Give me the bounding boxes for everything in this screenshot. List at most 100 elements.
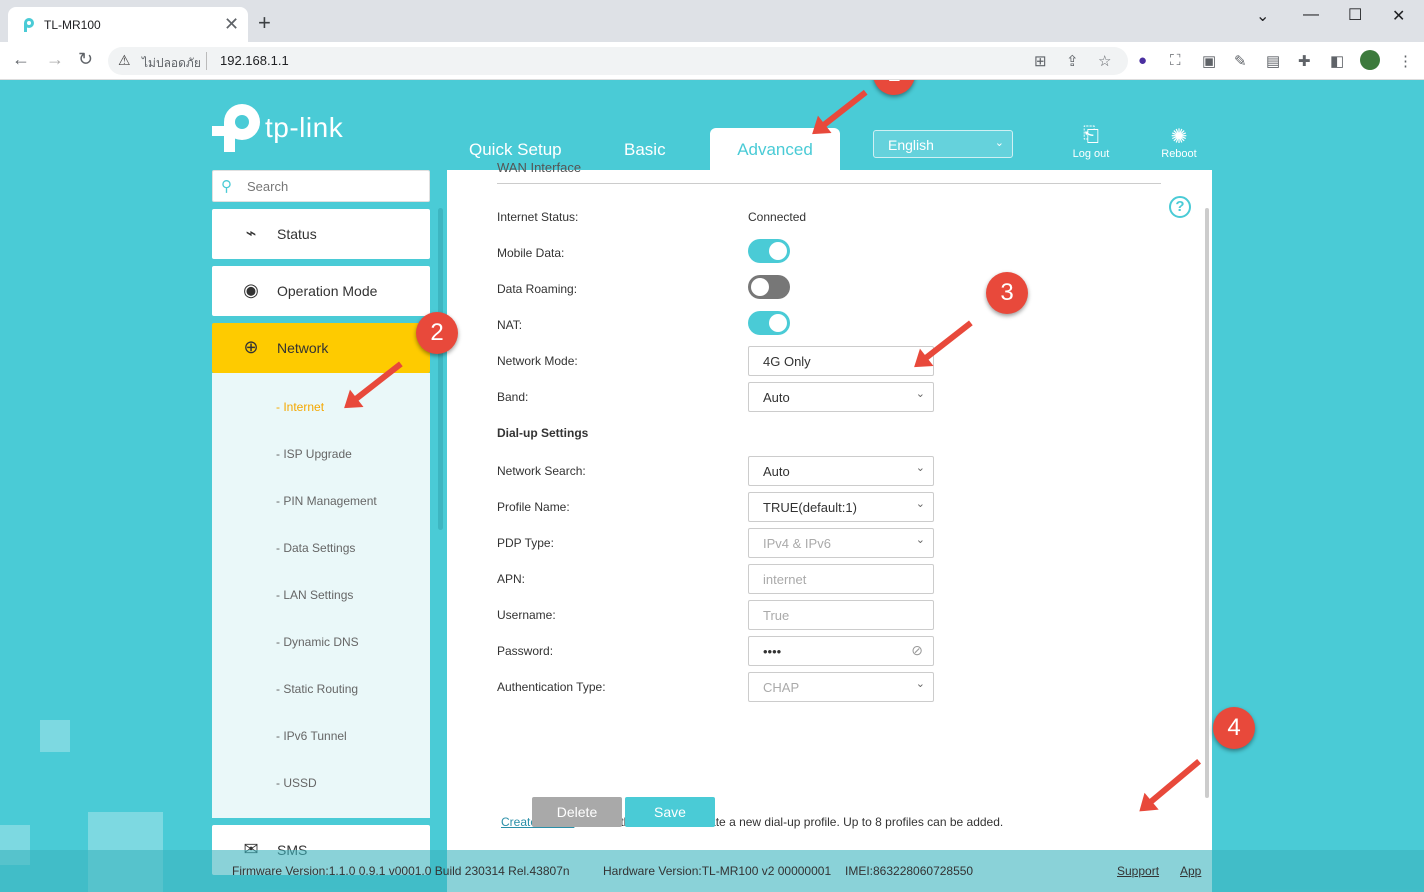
apn-field[interactable]: internet bbox=[748, 564, 934, 594]
content-scrollbar[interactable] bbox=[1205, 208, 1209, 798]
profile-name-label: Profile Name: bbox=[497, 500, 570, 514]
data-roaming-toggle[interactable] bbox=[748, 275, 790, 299]
side-panel-icon[interactable]: ◧ bbox=[1330, 52, 1344, 70]
browser-tab[interactable]: TL-MR100 ✕ bbox=[8, 7, 248, 42]
network-search-value: Auto bbox=[763, 464, 790, 479]
submenu-ussd[interactable]: - USSD bbox=[276, 776, 317, 790]
delete-button[interactable]: Delete bbox=[532, 797, 622, 827]
tab-close-icon[interactable]: ✕ bbox=[224, 14, 239, 35]
address-bar[interactable]: ⚠ ไม่ปลอดภัย 192.168.1.1 bbox=[108, 47, 1128, 75]
network-mode-select[interactable]: 4G Only⌄ bbox=[748, 346, 934, 376]
submenu-ipv6-tunnel[interactable]: - IPv6 Tunnel bbox=[276, 729, 347, 743]
internet-status-label: Internet Status: bbox=[497, 210, 579, 224]
auth-type-label: Authentication Type: bbox=[497, 680, 606, 694]
network-search-label: Network Search: bbox=[497, 464, 586, 478]
download-extension-icon[interactable]: ● bbox=[1138, 52, 1147, 69]
eye-hidden-icon[interactable]: ⊘ bbox=[911, 642, 923, 659]
tab-basic[interactable]: Basic bbox=[624, 140, 666, 160]
profile-name-select[interactable]: TRUE(default:1) ⌄ bbox=[748, 492, 934, 522]
new-tab-button[interactable]: + bbox=[258, 10, 271, 36]
warning-icon[interactable]: ⚠ bbox=[118, 52, 131, 69]
cast-extension-icon[interactable]: ▣ bbox=[1202, 52, 1216, 70]
sidebar-item-operation-mode[interactable]: ◉ Operation Mode bbox=[212, 266, 430, 316]
band-label: Band: bbox=[497, 390, 529, 404]
sidebar-search[interactable]: ⚲ Search bbox=[212, 170, 430, 202]
mobile-data-label: Mobile Data: bbox=[497, 246, 565, 260]
apn-label: APN: bbox=[497, 572, 526, 586]
network-mode-label: Network Mode: bbox=[497, 354, 578, 368]
screenshot-extension-icon[interactable]: ⛶ bbox=[1170, 52, 1181, 69]
auth-type-select[interactable]: CHAP ⌄ bbox=[748, 672, 934, 702]
chevron-down-icon: ⌄ bbox=[915, 678, 925, 690]
reload-icon[interactable]: ↻ bbox=[78, 49, 93, 70]
search-placeholder: Search bbox=[247, 179, 289, 194]
url-text[interactable]: 192.168.1.1 bbox=[220, 53, 289, 68]
minimize-icon[interactable]: — bbox=[1303, 6, 1319, 24]
logo-text: tp-link bbox=[265, 112, 344, 143]
band-value: Auto bbox=[763, 390, 790, 405]
submenu-static-routing[interactable]: - Static Routing bbox=[276, 682, 358, 696]
submenu-isp-upgrade[interactable]: - ISP Upgrade bbox=[276, 447, 352, 461]
sidebar-scrollbar[interactable] bbox=[438, 208, 443, 530]
help-icon[interactable]: ? bbox=[1169, 196, 1191, 218]
callout-arrow-1 bbox=[818, 89, 868, 131]
submenu-pin-management[interactable]: - PIN Management bbox=[276, 494, 377, 508]
nat-label: NAT: bbox=[497, 318, 523, 332]
password-field[interactable]: •••• ⊘ bbox=[748, 636, 934, 666]
sidebar-item-label: Network bbox=[277, 340, 329, 356]
chevron-down-icon: ⌄ bbox=[915, 498, 925, 510]
username-field[interactable]: True bbox=[748, 600, 934, 630]
window-close-icon[interactable]: ✕ bbox=[1392, 6, 1405, 26]
callout-badge-4: 4 bbox=[1213, 707, 1255, 749]
mobile-data-toggle[interactable] bbox=[748, 239, 790, 263]
firmware-version: Firmware Version:1.1.0 0.9.1 v0001.0 Bui… bbox=[232, 864, 570, 878]
tab-search-chevron-icon[interactable]: ⌄ bbox=[1256, 6, 1269, 26]
browser-tabstrip: TL-MR100 ✕ + ⌄ — ☐ ✕ bbox=[0, 0, 1424, 42]
capture-extension-icon[interactable]: ▤ bbox=[1266, 52, 1280, 70]
maximize-icon[interactable]: ☐ bbox=[1348, 5, 1362, 25]
submenu-data-settings[interactable]: - Data Settings bbox=[276, 541, 355, 555]
imei: IMEI:863228060728550 bbox=[845, 864, 974, 878]
callout-badge-3: 3 bbox=[986, 272, 1028, 314]
tplink-favicon-icon bbox=[24, 18, 34, 32]
reboot-button[interactable]: ✺ Reboot bbox=[1151, 124, 1207, 160]
share-icon[interactable]: ⇪ bbox=[1066, 52, 1079, 70]
save-button[interactable]: Save bbox=[625, 797, 715, 827]
menu-kebab-icon[interactable]: ⋮ bbox=[1398, 52, 1413, 70]
submenu-dynamic-dns[interactable]: - Dynamic DNS bbox=[276, 635, 359, 649]
language-select[interactable]: English ⌄ bbox=[873, 130, 1013, 158]
language-value: English bbox=[888, 137, 934, 153]
pulse-icon: ⌁ bbox=[245, 223, 257, 243]
pdp-type-value: IPv4 & IPv6 bbox=[763, 536, 831, 551]
network-search-select[interactable]: Auto ⌄ bbox=[748, 456, 934, 486]
logout-label: Log out bbox=[1072, 148, 1110, 160]
forward-icon[interactable]: → bbox=[46, 49, 64, 70]
data-roaming-label: Data Roaming: bbox=[497, 282, 578, 296]
section-title: WAN Interface bbox=[497, 160, 582, 175]
pdp-type-select[interactable]: IPv4 & IPv6 ⌄ bbox=[748, 528, 934, 558]
username-value: True bbox=[763, 608, 790, 623]
translate-icon[interactable]: ⊞ bbox=[1034, 52, 1047, 70]
tab-quick-setup[interactable]: Quick Setup bbox=[469, 140, 562, 160]
profile-avatar[interactable] bbox=[1360, 50, 1380, 70]
tplink-logo-icon bbox=[212, 104, 260, 152]
support-link[interactable]: Support bbox=[1117, 864, 1159, 878]
apn-value: internet bbox=[763, 572, 807, 587]
edit-extension-icon[interactable]: ✎ bbox=[1234, 52, 1247, 70]
submenu-lan-settings[interactable]: - LAN Settings bbox=[276, 588, 353, 602]
bookmark-star-icon[interactable]: ☆ bbox=[1098, 52, 1111, 70]
submenu-internet[interactable]: - Internet bbox=[276, 400, 324, 414]
band-select[interactable]: Auto ⌄ bbox=[748, 382, 934, 412]
sidebar-item-status[interactable]: ⌁ Status bbox=[212, 209, 430, 259]
back-icon[interactable]: ← bbox=[12, 49, 30, 70]
chevron-down-icon: ⌄ bbox=[915, 388, 925, 400]
puzzle-extensions-icon[interactable]: ✚ bbox=[1298, 52, 1311, 70]
nat-toggle[interactable] bbox=[748, 311, 790, 335]
logout-button[interactable]: ⎗ Log out bbox=[1063, 124, 1119, 160]
app-link[interactable]: App bbox=[1180, 864, 1201, 878]
toggle-icon: ◉ bbox=[243, 280, 259, 300]
security-label[interactable]: ไม่ปลอดภัย bbox=[142, 54, 201, 73]
section-divider bbox=[497, 183, 1161, 184]
username-label: Username: bbox=[497, 608, 556, 622]
search-icon: ⚲ bbox=[221, 178, 232, 195]
